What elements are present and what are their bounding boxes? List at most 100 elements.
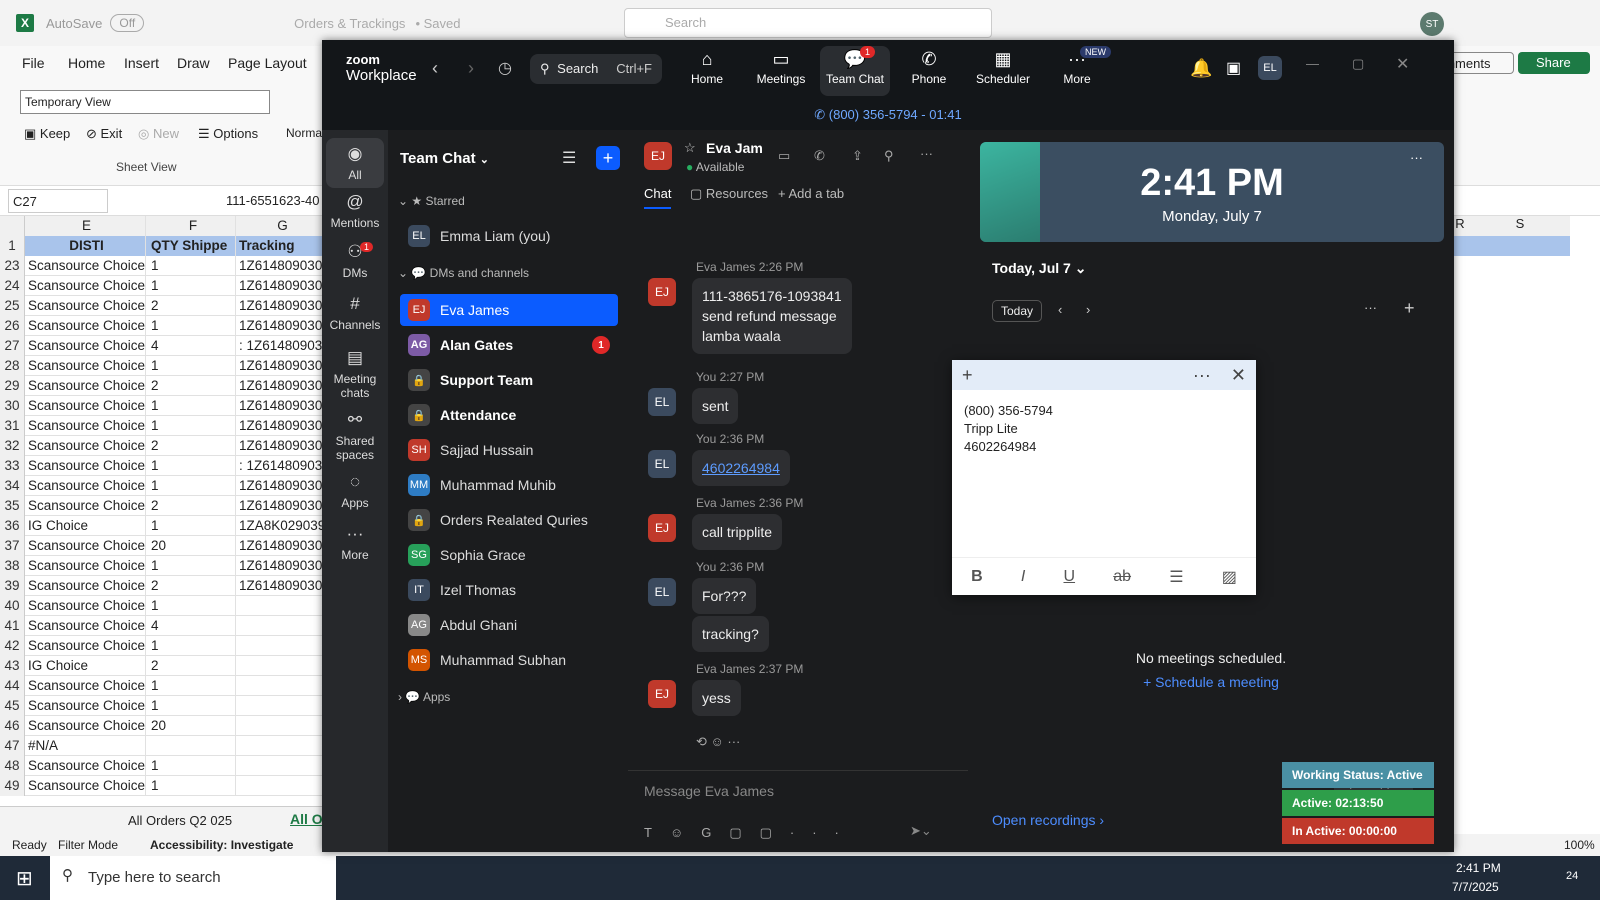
cell-qty[interactable]: 2 (146, 435, 236, 456)
exit-button[interactable]: ⊘ Exit (86, 126, 122, 142)
cell-disti[interactable]: Scansource Choice (25, 535, 146, 556)
col-header-s[interactable]: S (1490, 216, 1550, 236)
underline-icon[interactable]: U (1063, 568, 1075, 586)
formula-input[interactable]: 111-6551623-40 (226, 193, 320, 208)
message-bubble[interactable]: yess (692, 680, 741, 716)
cell-disti[interactable]: Scansource Choice (25, 295, 146, 316)
cell-qty[interactable]: 20 (146, 535, 236, 556)
row-number[interactable]: 35 (0, 495, 25, 516)
nav-scheduler[interactable]: ▦ Scheduler (968, 46, 1038, 96)
cell-tracking[interactable] (236, 756, 326, 776)
contact-item[interactable]: EL Emma Liam (you) (400, 220, 618, 252)
row-number[interactable]: 37 (0, 535, 25, 556)
row-number[interactable]: 42 (0, 635, 25, 656)
sheet-tab-active[interactable]: All O (290, 811, 323, 827)
cell-disti[interactable]: Scansource Choice (25, 355, 146, 376)
name-box[interactable]: C27 (8, 189, 108, 213)
cell-qty[interactable]: 1 (146, 695, 236, 716)
tab-chat[interactable]: Chat (644, 186, 672, 209)
calendar-more-icon[interactable]: ··· (1364, 300, 1377, 315)
close-icon[interactable]: ✕ (1396, 54, 1409, 74)
status-accessibility[interactable]: Accessibility: Investigate (150, 838, 293, 852)
message-input[interactable]: Message Eva James T☺G▢▢··· ➤⌄ (628, 770, 968, 852)
cell-disti[interactable]: Scansource Choice (25, 495, 146, 516)
cell-qty[interactable]: 4 (146, 615, 236, 636)
cell-tracking[interactable]: 1Z6148090303 (236, 576, 326, 596)
row-number[interactable]: 39 (0, 575, 25, 596)
row-number[interactable]: 33 (0, 455, 25, 476)
cell-disti[interactable]: IG Choice (25, 655, 146, 676)
rail-more[interactable]: ··· More (326, 524, 384, 562)
row-number[interactable]: 49 (0, 775, 25, 796)
cell-disti[interactable]: Scansource Choice (25, 315, 146, 336)
message-bubble[interactable]: sent (692, 388, 739, 424)
start-icon[interactable]: ⊞ (16, 866, 33, 891)
cell-tracking[interactable] (236, 676, 326, 696)
contact-item[interactable]: EJ Eva James (400, 294, 618, 326)
filter-icon[interactable]: ☰ (562, 148, 576, 168)
cell-disti[interactable]: Scansource Choice (25, 775, 146, 796)
contact-item[interactable]: 🔒 Orders Realated Quries (400, 504, 618, 536)
cell-tracking[interactable]: : 1Z614809030 (236, 336, 326, 356)
autosave-toggle[interactable]: Off (110, 14, 145, 32)
normal-view-button[interactable]: Norma (286, 126, 322, 140)
apps-section[interactable]: › 💬 Apps (398, 690, 450, 704)
row-number[interactable]: 32 (0, 435, 25, 456)
cell-qty[interactable]: 1 (146, 395, 236, 416)
cell-tracking[interactable]: : 1Z614809030 (236, 456, 326, 476)
cell-tracking[interactable]: 1Z6148090303 (236, 296, 326, 316)
tab-page-layout[interactable]: Page Layout (228, 55, 307, 71)
cell-disti[interactable]: Scansource Choice (25, 455, 146, 476)
contact-item[interactable]: MM Muhammad Muhib (400, 469, 618, 501)
header-cell-tracking[interactable]: Tracking (236, 235, 326, 256)
taskbar-search[interactable]: ⚲ Type here to search (50, 856, 336, 900)
col-header-g[interactable]: G (236, 216, 326, 236)
cell-disti[interactable]: Scansource Choice (25, 615, 146, 636)
tab-insert[interactable]: Insert (124, 55, 159, 71)
message-bubble[interactable]: 4602264984 (692, 450, 790, 486)
cell-qty[interactable]: 2 (146, 575, 236, 596)
add-event-icon[interactable]: + (1404, 298, 1415, 319)
cell-disti[interactable]: IG Choice (25, 515, 146, 536)
cell-tracking[interactable]: 1Z6148090303 (236, 276, 326, 296)
row-number[interactable]: 46 (0, 715, 25, 736)
cell-qty[interactable]: 1 (146, 455, 236, 476)
cell-tracking[interactable]: 1Z6148090303 (236, 396, 326, 416)
next-day-icon[interactable]: › (1086, 302, 1090, 317)
phone-call-icon[interactable]: ✆ (814, 148, 825, 164)
row-number[interactable]: 27 (0, 335, 25, 356)
cell-disti[interactable]: Scansource Choice (25, 555, 146, 576)
message-bubble[interactable]: tracking? (692, 616, 769, 652)
new-button[interactable]: ◎ New (138, 126, 179, 142)
message-bubble[interactable]: 111-3865176-1093841 send refund message … (692, 278, 852, 354)
rail-dms[interactable]: ⚇ DMs 1 (326, 242, 384, 280)
cell-qty[interactable]: 1 (146, 555, 236, 576)
cell-tracking[interactable] (236, 636, 326, 656)
row-number[interactable]: 26 (0, 315, 25, 336)
cell-tracking[interactable]: 1Z6148090303 (236, 356, 326, 376)
view-select[interactable]: Temporary View (20, 90, 270, 114)
image-icon[interactable]: ▨ (1222, 567, 1237, 587)
row-number[interactable]: 23 (0, 255, 25, 276)
cell-qty[interactable]: 1 (146, 675, 236, 696)
row-number[interactable]: 1 (0, 235, 25, 256)
cell-tracking[interactable]: 1Z6148090303 (236, 316, 326, 336)
tab-add[interactable]: + Add a tab (778, 186, 844, 201)
rail-meeting-chats[interactable]: ▤ Meeting chats (326, 348, 384, 400)
row-number[interactable]: 38 (0, 555, 25, 576)
starred-section[interactable]: ⌄ ★ Starred (398, 194, 465, 208)
nav-phone[interactable]: ✆ Phone (894, 46, 964, 96)
cell-tracking[interactable] (236, 696, 326, 716)
col-header-f[interactable]: F (146, 216, 236, 236)
date-selector[interactable]: Today, Jul 7 ⌄ (992, 260, 1086, 277)
cell-disti[interactable]: Scansource Choice (25, 475, 146, 496)
message-bubble[interactable]: For??? (692, 578, 757, 614)
nav-meetings[interactable]: ▭ Meetings (746, 46, 816, 96)
active-call-bar[interactable]: ✆ (800) 356-5794 - 01:41 (322, 100, 1454, 130)
history-icon[interactable]: ◷ (498, 58, 512, 78)
row-number[interactable]: 48 (0, 755, 25, 776)
cell-qty[interactable]: 2 (146, 495, 236, 516)
contact-item[interactable]: IT Izel Thomas (400, 574, 618, 606)
today-button[interactable]: Today (992, 300, 1043, 322)
keep-button[interactable]: ▣ Keep (24, 126, 70, 142)
